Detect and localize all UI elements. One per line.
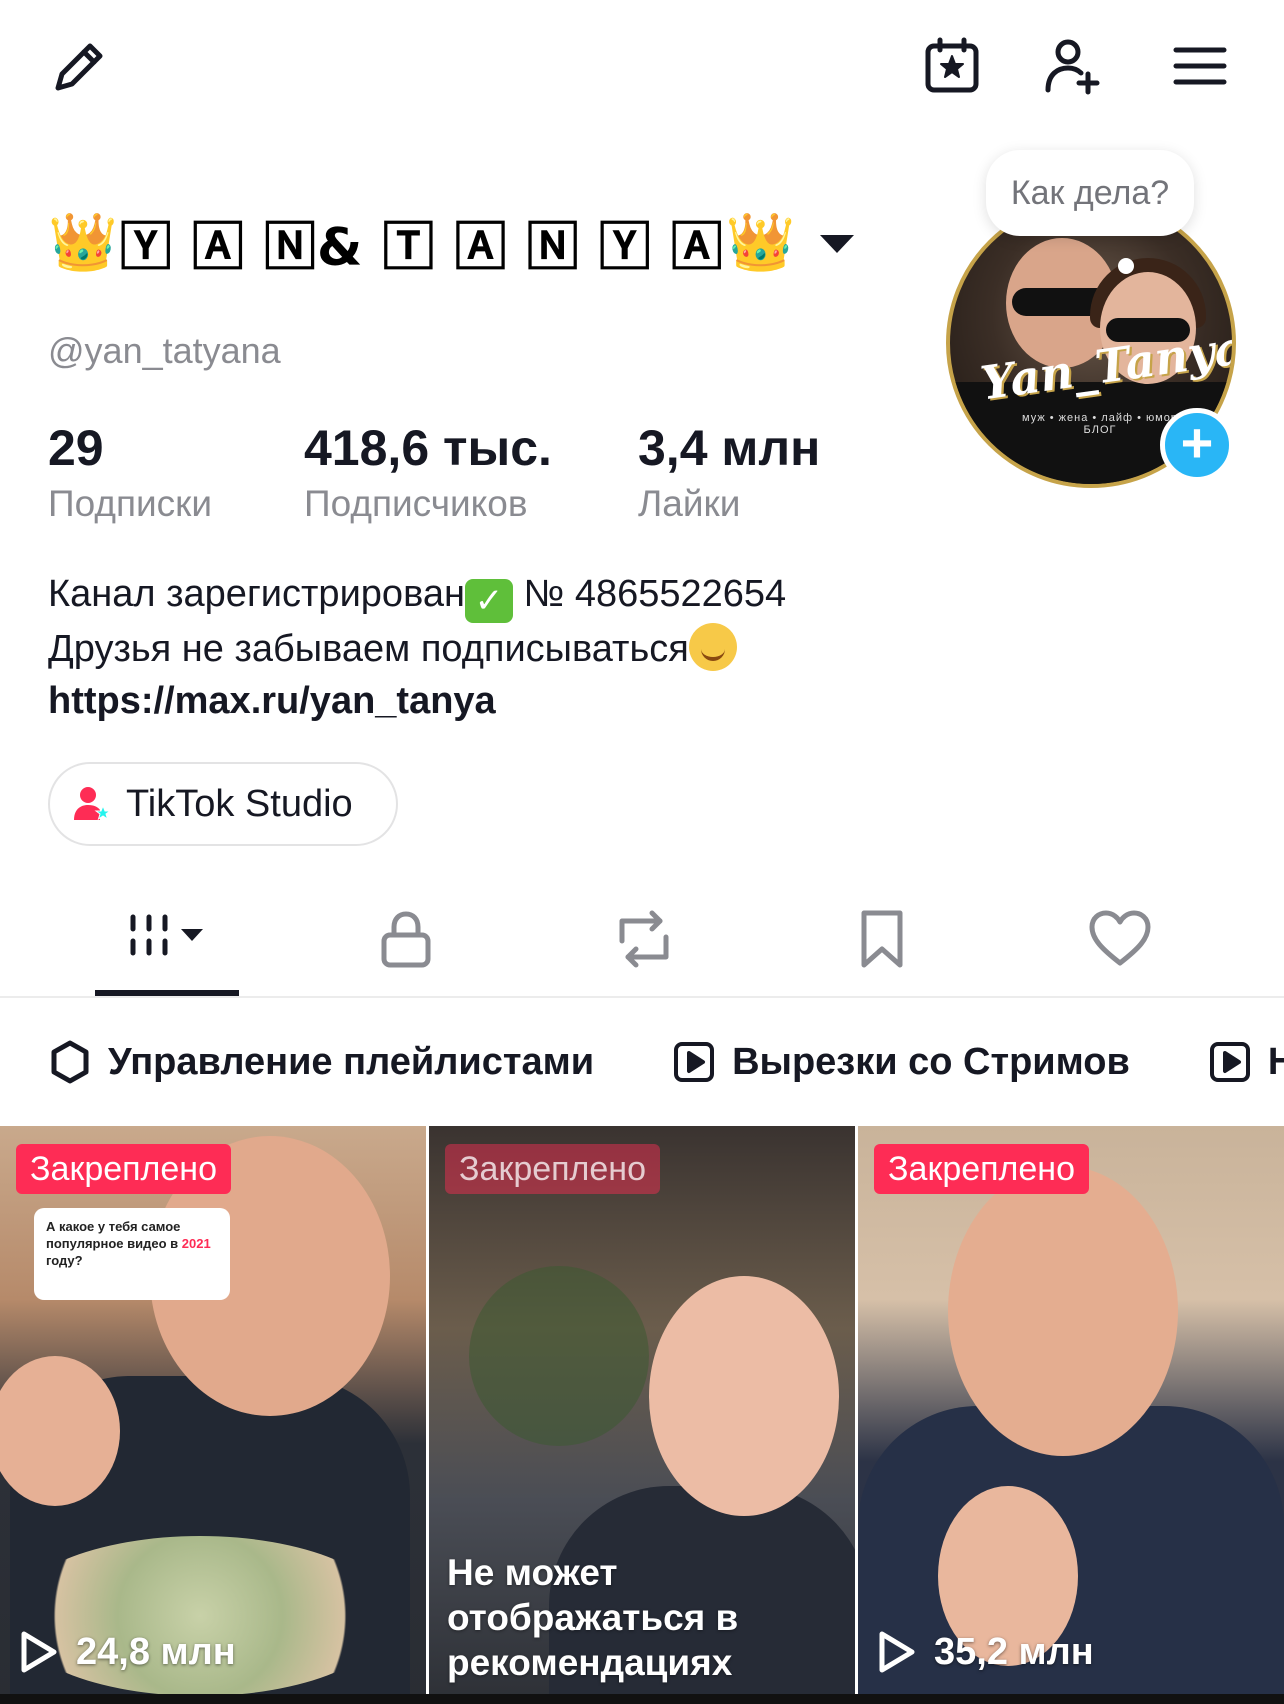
pinned-badge: Закреплено [874,1144,1089,1194]
video-thumbnail[interactable]: А какое у тебя самое популярное видео в … [0,1126,426,1704]
menu-icon [1173,47,1227,85]
stat-followers[interactable]: 418,6 тыс. Подписчиков [304,420,552,528]
stat-label: Подписки [48,483,213,524]
stat-label: Подписчиков [304,483,528,524]
play-square-icon [1209,1042,1250,1082]
video-thumbnail[interactable]: Закреплено Не может отображаться в реком… [429,1126,855,1704]
heart-icon [1089,910,1151,966]
grid-videos-icon [130,914,203,956]
calendar-star-icon [925,37,979,93]
stat-value: 3,4 млн [638,420,821,476]
display-name: 🅈 🄰 🄽& 🅃 🄰 🄽 🅈 🄰 [119,217,724,278]
playlist-row: Управление плейлистами Вырезки со Стримо… [0,1030,1284,1094]
stat-following[interactable]: 29 Подписки [48,420,212,528]
playlist-item[interactable]: Н [1160,1040,1284,1084]
stat-likes[interactable]: 3,4 млн Лайки [638,420,820,528]
pinned-badge: Закреплено [445,1144,660,1194]
play-outline-icon [879,1631,915,1673]
studio-label: TikTok Studio [126,782,353,825]
tab-private[interactable] [346,894,466,984]
tab-liked[interactable] [1060,894,1180,984]
stat-value: 29 [48,420,104,476]
tab-favorites[interactable] [822,894,942,984]
add-story-button[interactable]: + [1160,408,1234,482]
crown-emoji-icon: 👑 [725,210,796,273]
next-row-peek [0,1694,1284,1704]
active-tab-indicator [95,990,239,996]
comment-reply-card: А какое у тебя самое популярное видео в … [34,1208,230,1300]
view-count: 24,8 млн [18,1630,236,1674]
stat-label: Лайки [638,483,741,524]
add-friend-button[interactable] [1038,30,1110,102]
events-button[interactable] [916,30,988,102]
video-grid: А какое у тебя самое популярное видео в … [0,1126,1284,1704]
bubble-tail [1118,258,1134,274]
profile-bio: Канал зарегистрирован ✓ № 4865522654 Друз… [48,568,786,727]
bookmark-icon [861,910,903,968]
chevron-down-icon [819,235,854,253]
avatar-note-bubble[interactable]: Как дела? [986,150,1194,236]
username-handle: @yan_tatyana [48,330,281,371]
edit-profile-button[interactable] [44,30,116,102]
hugging-face-icon [688,623,737,671]
tiktok-studio-button[interactable]: TikTok Studio [48,762,398,846]
studio-person-star-icon [74,787,112,821]
repost-icon [619,910,669,968]
tab-videos[interactable] [104,894,224,984]
tab-reposts[interactable] [584,894,704,984]
display-name-switcher[interactable]: 👑 🅈 🄰 🄽& 🅃 🄰 🄽 🅈 🄰 👑 [48,206,854,278]
view-count: 35,2 млн [876,1630,1094,1674]
check-mark-icon: ✓ [464,579,513,623]
tab-divider [0,996,1284,998]
video-thumbnail[interactable]: Закреплено 35,2 млн [858,1126,1284,1704]
pinned-badge: Закреплено [16,1144,231,1194]
play-square-icon [674,1042,715,1082]
gear-icon [51,1040,89,1084]
add-user-icon [1045,39,1100,95]
lock-icon [381,911,431,968]
restricted-notice: Не может отображаться в рекомендациях [447,1552,739,1683]
crown-emoji-icon: 👑 [48,210,118,273]
menu-button[interactable] [1164,30,1236,102]
manage-playlists-button[interactable]: Управление плейлистами [0,1040,624,1084]
play-outline-icon [21,1631,57,1673]
playlist-stream-clips[interactable]: Вырезки со Стримов [624,1040,1160,1084]
bio-link[interactable]: https://max.ru/yan_tanya [48,675,786,727]
pencil-icon [55,43,103,91]
stat-value: 418,6 тыс. [304,420,552,476]
